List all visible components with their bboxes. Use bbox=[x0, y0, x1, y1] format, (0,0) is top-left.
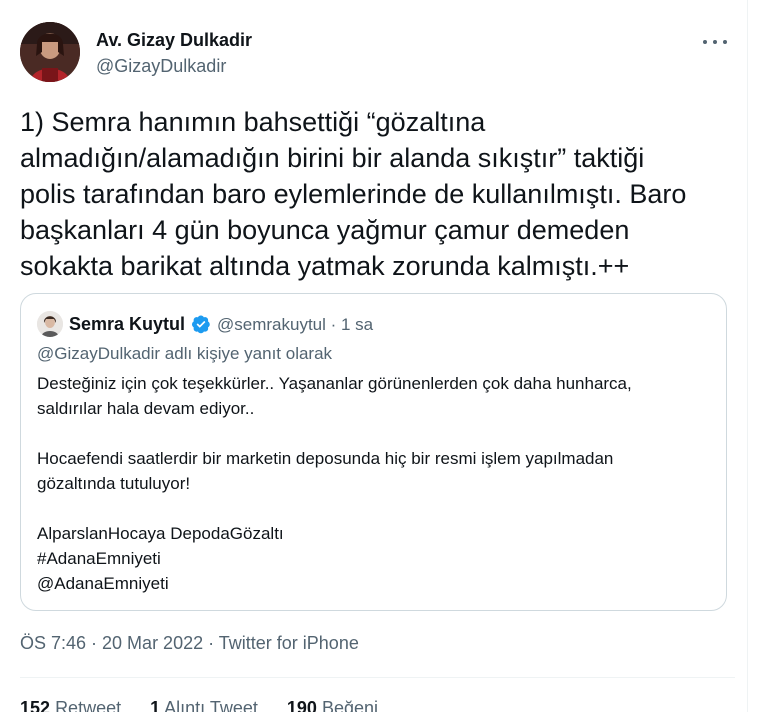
quoted-author-handle[interactable]: @semrakuytul · 1 sa bbox=[217, 315, 373, 335]
quoted-hashtag: #AdanaEmniyeti bbox=[37, 549, 161, 568]
quoted-tweet[interactable]: Semra Kuytul @semrakuytul · 1 sa @GizayD… bbox=[20, 293, 727, 611]
quoted-tweet-text: Desteğiniz için çok teşekkürler.. Yaşana… bbox=[37, 371, 717, 596]
retweets-label: Retweet bbox=[55, 698, 122, 712]
quoted-line: Desteğiniz için çok teşekkürler.. Yaşana… bbox=[37, 374, 632, 393]
tweet-line: sokakta barikat altında yatmak zorunda k… bbox=[20, 251, 630, 281]
tweet-line: almadığın/alamadığın birini bir alanda s… bbox=[20, 143, 645, 173]
tweet-timestamp[interactable]: ÖS 7:46 · 20 Mar 2022 · Twitter for iPho… bbox=[20, 633, 359, 654]
quoted-author-name[interactable]: Semra Kuytul bbox=[69, 314, 185, 335]
likes-label: Beğeni bbox=[321, 698, 379, 712]
timeline-border bbox=[747, 0, 748, 712]
tweet-header: Av. Gizay Dulkadir @GizayDulkadir bbox=[20, 22, 735, 84]
quoted-line: gözaltında tutuluyor! bbox=[37, 474, 191, 493]
retweets-count: 152 bbox=[20, 698, 51, 712]
quotes-label: Alıntı Tweet bbox=[164, 698, 258, 712]
author-name[interactable]: Av. Gizay Dulkadir bbox=[96, 30, 252, 51]
author-avatar[interactable] bbox=[20, 22, 80, 82]
more-options-icon[interactable] bbox=[703, 32, 727, 52]
tweet-line: başkanları 4 gün boyunca yağmur çamur de… bbox=[20, 215, 630, 245]
tweet-stats: 152 Retweet 1 Alıntı Tweet 190 Beğeni bbox=[20, 698, 402, 712]
quoted-mention: @AdanaEmniyeti bbox=[37, 574, 169, 593]
verified-badge-icon bbox=[191, 314, 211, 334]
quoted-line: AlparslanHocaya DepodaGözaltı bbox=[37, 524, 284, 543]
quoted-line: saldırılar hala devam ediyor.. bbox=[37, 399, 255, 418]
likes-count: 190 bbox=[286, 698, 317, 712]
tweet-text: 1) Semra hanımın bahsettiği “gözaltına a… bbox=[20, 104, 735, 284]
quoted-line: Hocaefendi saatlerdir bir marketin depos… bbox=[37, 449, 614, 468]
likes-stat[interactable]: 190 Beğeni bbox=[287, 698, 378, 712]
quotes-count: 1 bbox=[150, 698, 161, 712]
stats-divider bbox=[20, 677, 735, 678]
tweet-line: 1) Semra hanımın bahsettiği “gözaltına bbox=[20, 107, 486, 137]
quotes-stat[interactable]: 1 Alıntı Tweet bbox=[150, 698, 263, 712]
tweet-line: polis tarafından baro eylemlerinde de ku… bbox=[20, 179, 687, 209]
quoted-author-avatar[interactable] bbox=[37, 311, 63, 337]
reply-context: @GizayDulkadir adlı kişiye yanıt olarak bbox=[37, 344, 333, 363]
retweets-stat[interactable]: 152 Retweet bbox=[20, 698, 126, 712]
author-handle[interactable]: @GizayDulkadir bbox=[96, 56, 226, 77]
